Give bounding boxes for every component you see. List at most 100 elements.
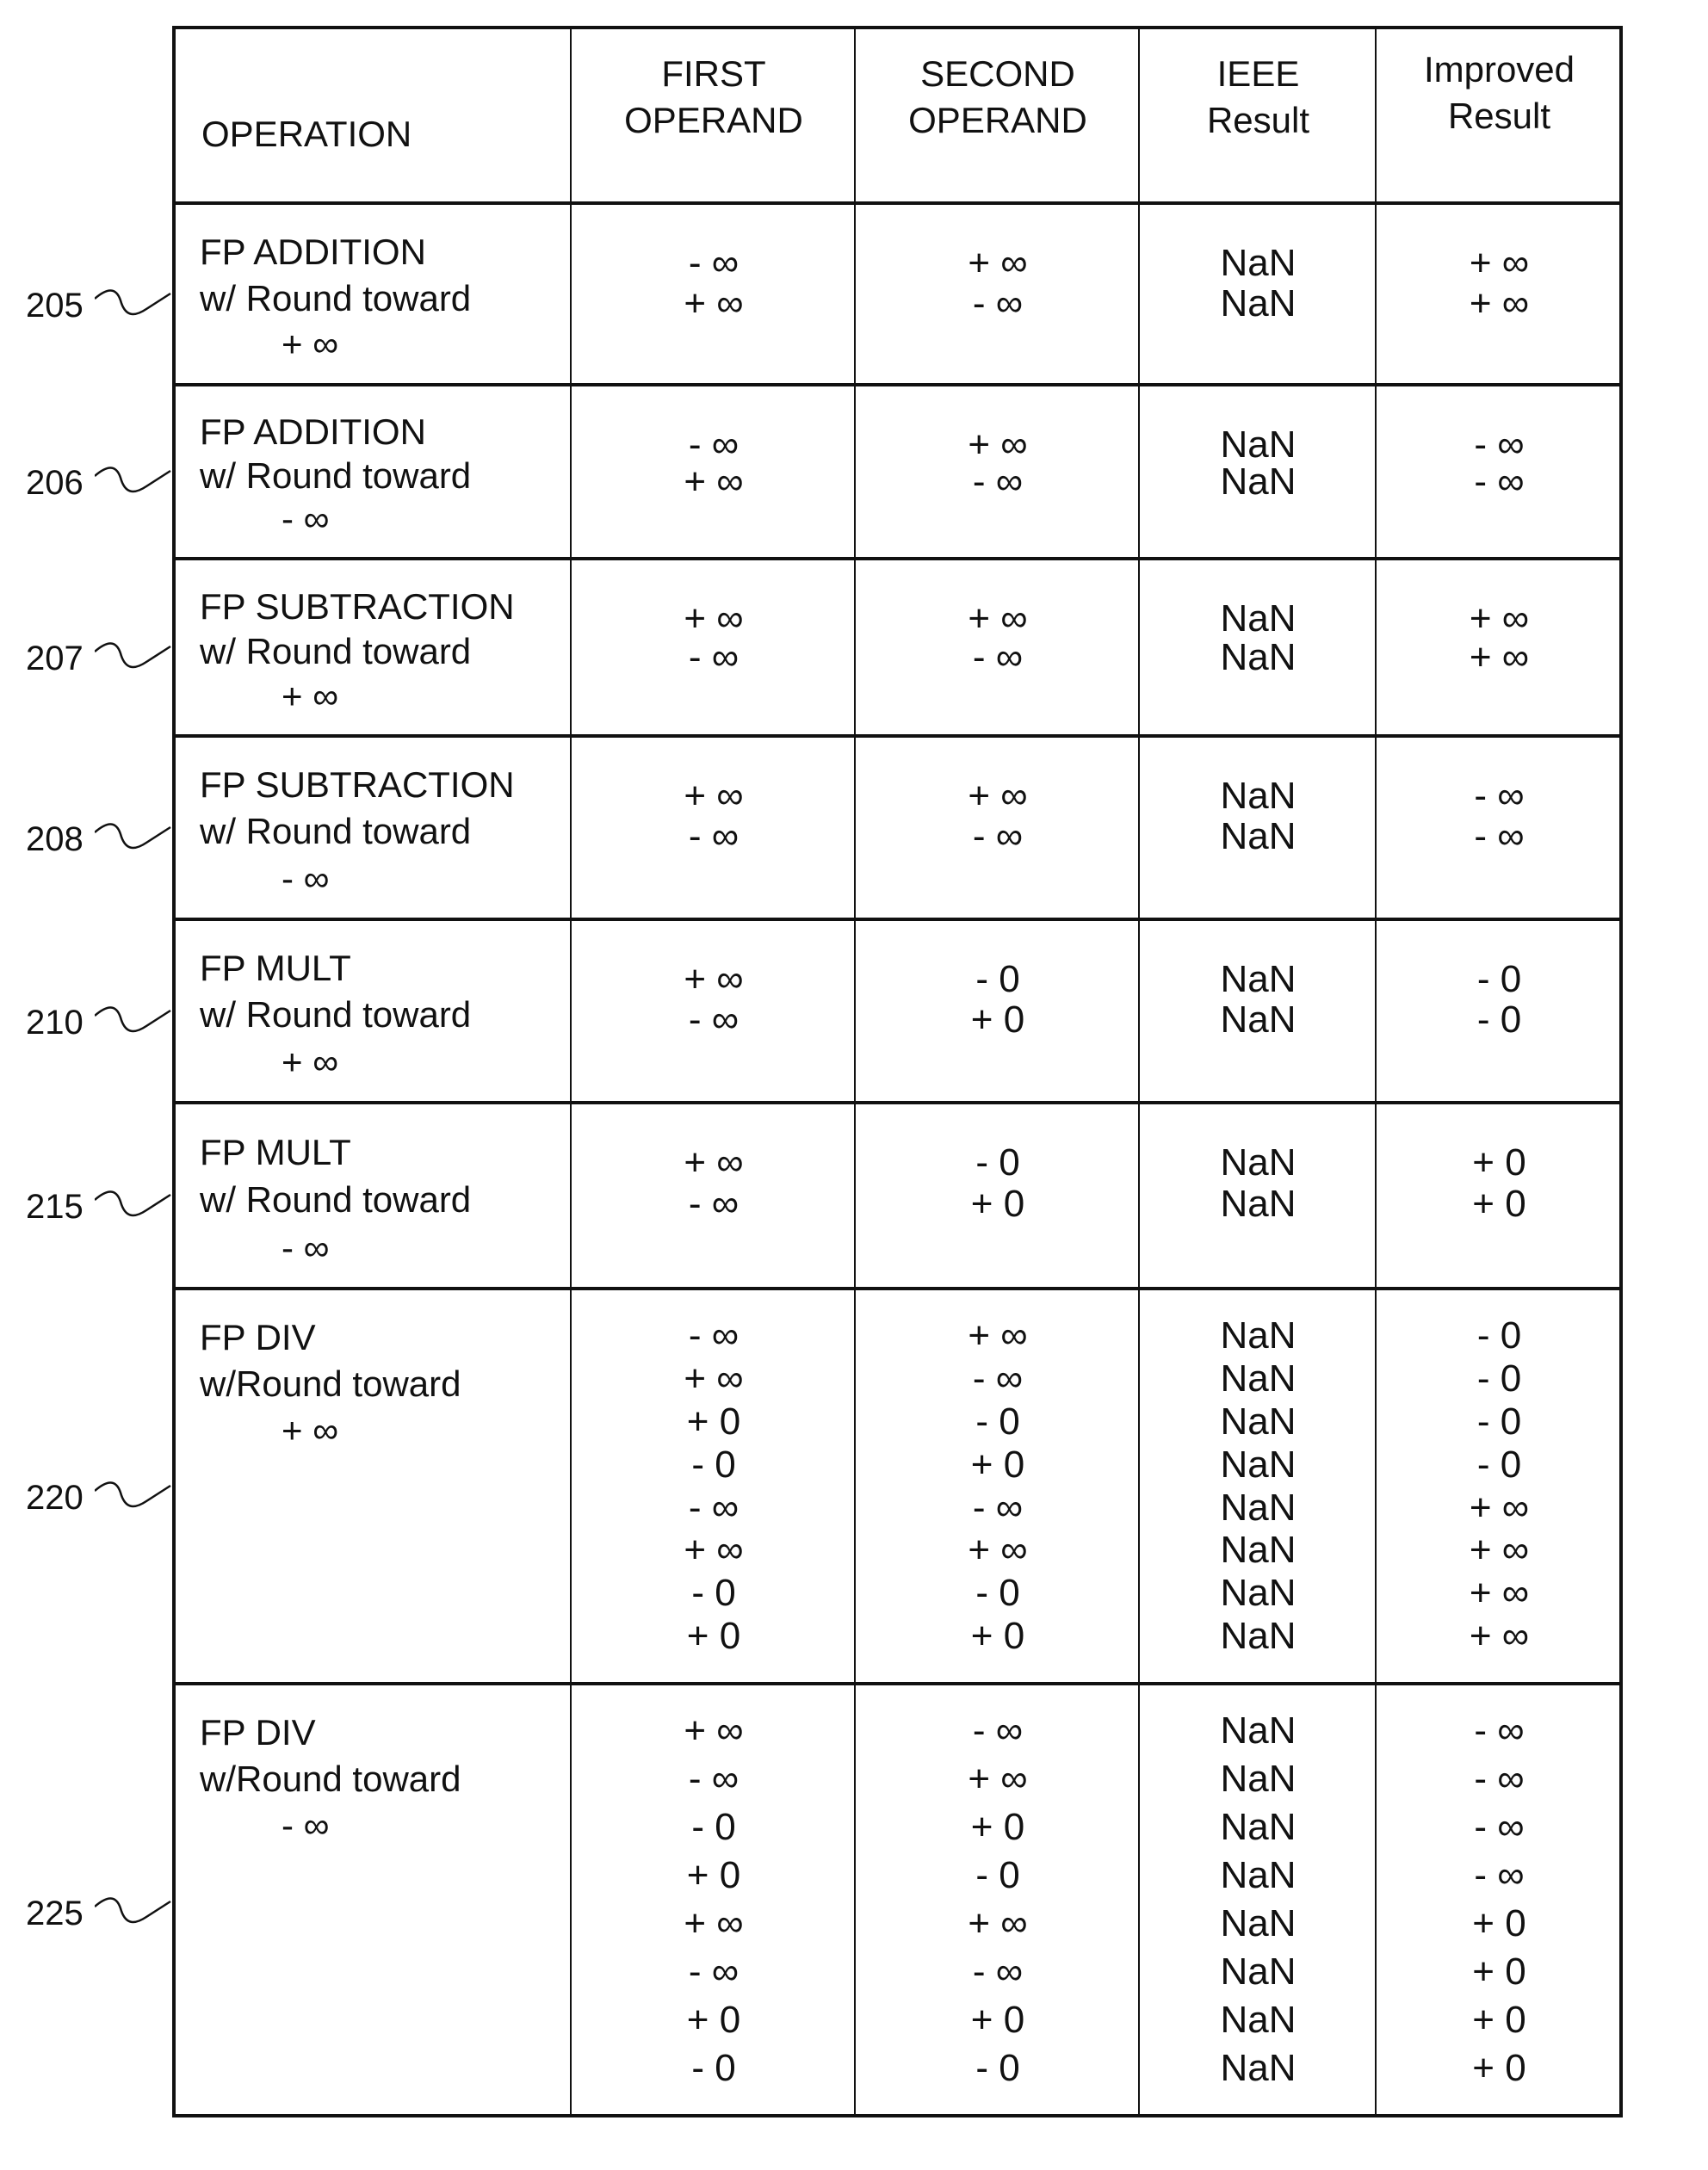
rounding-direction: - ∞ — [282, 498, 330, 540]
second-cell: + ∞ - ∞ — [856, 559, 1140, 736]
first-value: - ∞ — [688, 635, 740, 678]
operation-label: w/ Round toward — [200, 994, 472, 1036]
second-cell: - 0 + 0 — [856, 919, 1140, 1103]
second-value: - 0 — [975, 1400, 1020, 1443]
first-value: + ∞ — [684, 1902, 744, 1944]
ieee-value: NaN — [1220, 1486, 1296, 1529]
reference-numeral: 206 — [26, 464, 171, 503]
reference-numeral-label: 220 — [26, 1478, 84, 1517]
first-cell: + ∞ - ∞ — [572, 736, 856, 919]
improved-value: + ∞ — [1469, 635, 1530, 678]
header-ieee-result-line2: Result — [1206, 100, 1310, 140]
ieee-cell: NaN NaN — [1140, 736, 1377, 919]
improved-value: + 0 — [1472, 1141, 1526, 1184]
operation-cell: FP ADDITION w/ Round toward - ∞ — [176, 411, 570, 541]
operation-label: FP SUBTRACTION — [200, 764, 515, 805]
improved-value: - ∞ — [1474, 461, 1525, 504]
ieee-value: NaN — [1220, 242, 1296, 284]
leader-line-icon — [95, 1190, 171, 1217]
reference-numeral-label: 205 — [26, 286, 84, 325]
reference-numeral: 220 — [26, 1478, 171, 1518]
header-first-operand-line1: FIRST — [661, 53, 766, 94]
ieee-value: NaN — [1220, 1999, 1296, 2041]
header-improved-result-line1: Improved — [1423, 49, 1575, 90]
second-value: - ∞ — [972, 815, 1024, 858]
improved-value: - ∞ — [1474, 775, 1525, 817]
ieee-value: NaN — [1220, 775, 1296, 817]
operation-cell: FP SUBTRACTION w/ Round toward - ∞ — [176, 762, 570, 902]
first-value: + ∞ — [684, 281, 744, 325]
ieee-value: NaN — [1220, 461, 1296, 504]
second-value: + ∞ — [968, 242, 1028, 284]
rounding-direction: - ∞ — [282, 857, 330, 899]
improved-cell: - ∞ - ∞ - ∞ - ∞ + 0 + 0 + 0 + 0 — [1377, 1684, 1622, 2121]
ieee-value: NaN — [1220, 635, 1296, 678]
improved-value: - 0 — [1476, 1314, 1522, 1357]
ieee-value: NaN — [1220, 1400, 1296, 1443]
first-value: + ∞ — [684, 461, 744, 504]
ieee-cell: NaN NaN NaN NaN NaN NaN NaN NaN — [1140, 1289, 1377, 1684]
improved-cell: - 0- 0 — [1377, 919, 1622, 1103]
second-value: - 0 — [975, 1572, 1020, 1615]
ieee-cell: NaN NaN — [1140, 385, 1377, 559]
improved-value: - 0 — [1476, 998, 1522, 1042]
rounding-direction: - ∞ — [282, 1805, 330, 1845]
ieee-value: NaN — [1220, 1183, 1296, 1226]
second-cell: - ∞ + ∞ + 0 - 0 + ∞ - ∞ + 0 - 0 — [856, 1684, 1140, 2121]
second-value: + ∞ — [968, 1529, 1028, 1572]
improved-value: - ∞ — [1474, 815, 1525, 858]
improved-value: - ∞ — [1474, 1806, 1525, 1848]
first-cell: - ∞ + ∞ + 0- 0- ∞ + ∞ - 0 + 0 — [572, 1289, 856, 1684]
operation-cell: FP DIV w/Round toward - ∞ — [176, 1709, 570, 1849]
ieee-value: NaN — [1220, 1758, 1296, 1800]
first-value: - 0 — [691, 2047, 736, 2089]
improved-cell: + ∞ + ∞ — [1377, 203, 1622, 385]
improved-value: + ∞ — [1469, 1529, 1530, 1572]
ieee-value: NaN — [1220, 597, 1296, 640]
operation-cell: FP SUBTRACTION w/ Round toward + ∞ — [176, 584, 570, 719]
first-value: - 0 — [691, 1443, 736, 1486]
first-value: + ∞ — [684, 1709, 744, 1752]
improved-cell: - 0- 0- 0- 0 + ∞ + ∞ + ∞ + ∞ — [1377, 1289, 1622, 1684]
improved-value: - 0 — [1476, 1443, 1522, 1486]
first-value: - ∞ — [688, 815, 740, 858]
second-value: - ∞ — [972, 1357, 1024, 1400]
second-value: + ∞ — [968, 1314, 1028, 1357]
ieee-value: NaN — [1220, 1572, 1296, 1615]
reference-numeral-label: 208 — [26, 819, 84, 858]
ieee-cell: NaN NaN — [1140, 559, 1377, 736]
ieee-value: NaN — [1220, 1443, 1296, 1486]
improved-value: + 0 — [1472, 2047, 1526, 2089]
first-cell: + ∞ - ∞ — [572, 1103, 856, 1289]
operation-label: FP ADDITION — [200, 411, 426, 452]
rounding-direction: + ∞ — [282, 676, 339, 716]
ieee-value: NaN — [1220, 1806, 1296, 1848]
reference-numeral-label: 215 — [26, 1188, 84, 1226]
first-value: + ∞ — [684, 1141, 744, 1184]
second-value: - ∞ — [972, 461, 1024, 504]
first-value: - 0 — [691, 1806, 736, 1848]
leader-line-icon — [95, 642, 171, 669]
first-value: + 0 — [686, 1615, 741, 1658]
first-value: - ∞ — [688, 998, 740, 1042]
second-value: + ∞ — [968, 775, 1028, 817]
header-ieee-result-line1: IEEE — [1216, 53, 1300, 94]
rounding-direction: + ∞ — [282, 1041, 339, 1082]
reference-numeral: 207 — [26, 640, 171, 678]
first-cell: + ∞ - ∞ - 0 + 0 + ∞ - ∞ + 0 - 0 — [572, 1684, 856, 2121]
improved-cell: + ∞ + ∞ — [1377, 559, 1622, 736]
first-cell: + ∞ - ∞ — [572, 919, 856, 1103]
ieee-value: NaN — [1220, 998, 1296, 1042]
ieee-value: NaN — [1220, 1902, 1296, 1944]
first-value: - ∞ — [688, 242, 740, 284]
first-value: + 0 — [686, 1999, 741, 2041]
first-cell: - ∞ + ∞ — [572, 385, 856, 559]
reference-numeral-label: 207 — [26, 640, 84, 677]
improved-value: + 0 — [1472, 1951, 1526, 1993]
operation-label: w/ Round toward — [200, 1179, 472, 1221]
operation-label: FP SUBTRACTION — [200, 586, 515, 627]
improved-value: + 0 — [1472, 1999, 1526, 2041]
second-value: + 0 — [970, 998, 1025, 1042]
leader-line-icon — [95, 1897, 171, 1924]
improved-cell: + 0 + 0 — [1377, 1103, 1622, 1289]
